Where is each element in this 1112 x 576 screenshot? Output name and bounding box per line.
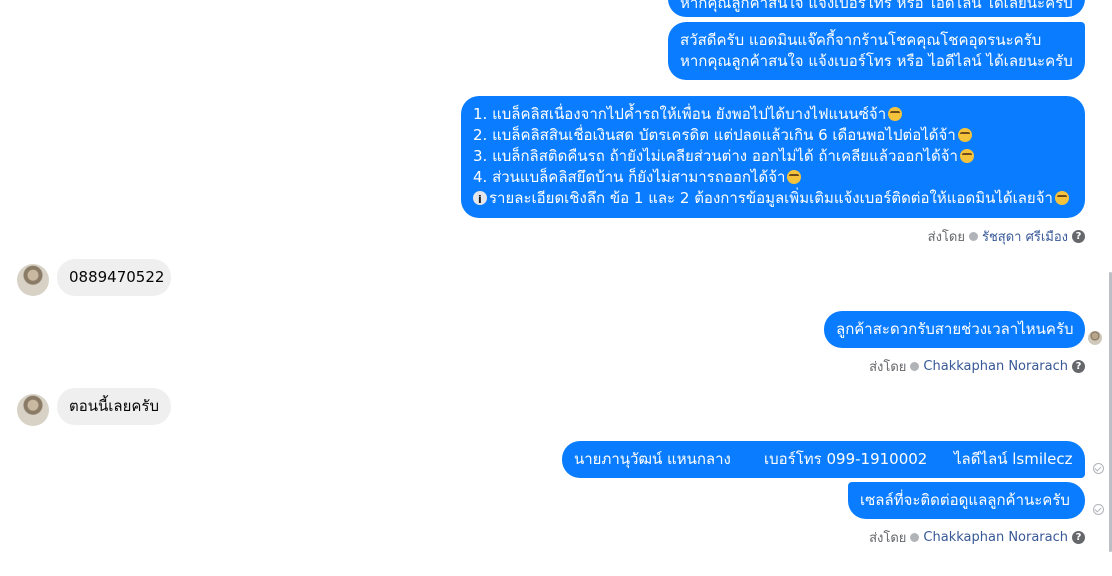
sent-status-icon [1093,463,1104,474]
customer-avatar[interactable] [17,394,49,426]
seen-avatar [1088,331,1102,345]
message-line: รายละเอียดเชิงลึก ข้อ 1 และ 2 ต้องการข้อ… [473,188,1073,210]
message-text: ตอนนี้เลยครับ [69,397,159,415]
sent-by-row: ส่งโดย รัชสุดา ศรีเมือง ? [928,226,1085,247]
message-line: สวัสดีครับ แอดมินแจ๊คกี้จากร้านโชคคุณโชค… [680,31,1042,49]
nerd-emoji-icon [888,107,903,121]
message-bubble-seller: เซลล์ที่จะติดต่อดูแลลูกค้านะครับ [848,482,1085,519]
contact-line-id: ไลดีไลน์ lsmilecz [954,450,1073,468]
sender-name[interactable]: รัชสุดา ศรีเมือง [982,226,1068,247]
info-icon [473,189,487,210]
help-icon[interactable]: ? [1072,531,1085,544]
message-text: เซลล์ที่จะติดต่อดูแลลูกค้านะครับ [860,491,1070,509]
message-bubble-contact: นายภานุวัฒน์ แหนกลาง เบอร์โทร 099-1910002… [562,441,1085,478]
message-line: 3. แบล็กลิสติดคืนรถ ถ้ายังไม่เคลียส่วนต่… [473,146,1073,167]
contact-phone: เบอร์โทร 099-1910002 [764,450,928,468]
message-bubble-greeting: สวัสดีครับ แอดมินแจ๊คกี้จากร้านโชคคุณโชค… [668,22,1085,80]
message-bubble-ask-time: ลูกค้าสะดวกรับสายช่วงเวลาไหนครับ [824,311,1085,348]
contact-name: นายภานุวัฒน์ แหนกลาง [574,450,731,468]
verified-icon [968,232,978,241]
help-icon[interactable]: ? [1072,230,1085,243]
message-text: 0889470522 [69,268,165,286]
message-line: หากคุณลูกค้าสนใจ แจ้งเบอร์โทร หรือ ไอดีไ… [680,52,1073,70]
message-bubble-blacklist: 1. แบล็คลิสเนื่องจากไปค้ำรถให้เพื่อน ยัง… [461,96,1085,218]
sent-by-label: ส่งโดย [927,230,965,245]
message-line: 1. แบล็คลิสเนื่องจากไปค้ำรถให้เพื่อน ยัง… [473,104,1073,125]
nerd-emoji-icon [1054,191,1069,205]
verified-icon [910,533,920,542]
sent-by-row: ส่งโดย Chakkaphan Norarach ? [869,527,1085,548]
message-bubble-phone: 0889470522 [57,259,171,296]
sent-status-icon [1093,504,1104,515]
help-icon[interactable]: ? [1072,360,1085,373]
nerd-emoji-icon [959,149,974,163]
message-line: 4. ส่วนแบล็คลิสยึดบ้าน ก็ยังไม่สามารถออก… [473,167,1073,188]
sent-by-label: ส่งโดย [869,360,907,375]
message-text: ลูกค้าสะดวกรับสายช่วงเวลาไหนครับ [836,320,1074,338]
message-line: 2. แบล็คลิสสินเชื่อเงินสด บัตรเครดิต แต่… [473,125,1073,146]
verified-icon [910,362,920,371]
sent-by-row: ส่งโดย Chakkaphan Norarach ? [869,356,1085,377]
message-bubble-now: ตอนนี้เลยครับ [57,388,171,425]
message-bubble-top-partial: หากคุณลูกค้าสนใจ แจ้งเบอร์โทร หรือ ไอดีไ… [668,0,1085,17]
nerd-emoji-icon [787,170,802,184]
sender-name[interactable]: Chakkaphan Norarach [923,530,1068,545]
sender-name[interactable]: Chakkaphan Norarach [923,359,1068,374]
sent-by-label: ส่งโดย [869,531,907,546]
nerd-emoji-icon [957,128,972,142]
customer-avatar[interactable] [17,264,49,296]
message-text: หากคุณลูกค้าสนใจ แจ้งเบอร์โทร หรือ ไอดีไ… [680,0,1073,12]
